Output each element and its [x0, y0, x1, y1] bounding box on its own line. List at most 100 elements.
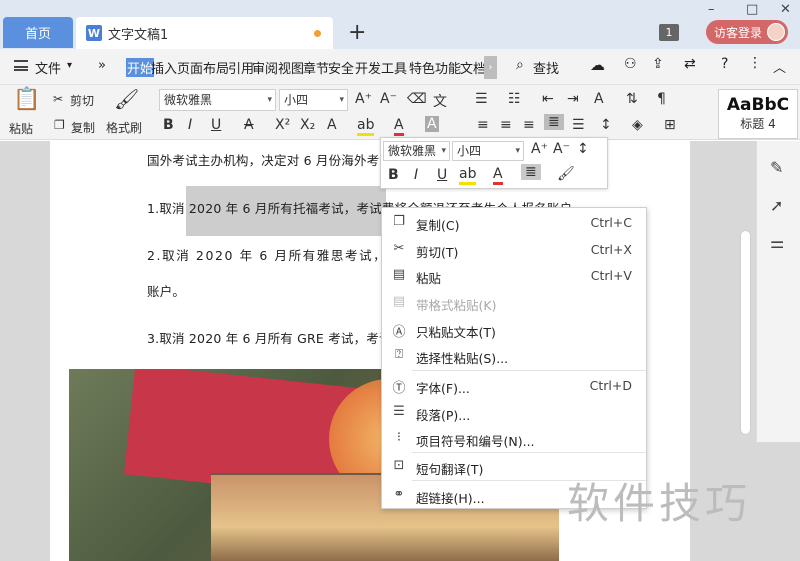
text-effect-icon[interactable]: A: [327, 117, 337, 133]
search-icon[interactable]: ⌕: [516, 57, 524, 73]
doc-paragraph-2[interactable]: 2.取消 2020 年 6 月所有雅思考试，: [147, 245, 387, 264]
context-menu-paragraph[interactable]: ☰ 段落(P)...: [382, 400, 648, 426]
menu-tab-chapter[interactable]: 章节: [303, 58, 329, 77]
maximize-icon[interactable]: □: [746, 2, 758, 17]
context-menu-paste-with-format[interactable]: ▤ 带格式粘贴(K): [382, 290, 648, 316]
context-menu-paste-special[interactable]: ⍰ 选择性粘贴(S)...: [382, 343, 648, 369]
settings-sliders-icon[interactable]: ⚌: [770, 233, 784, 252]
menu-file[interactable]: 文件: [35, 58, 61, 77]
menu-tab-layout[interactable]: 页面布局: [177, 58, 229, 77]
doc-paragraph-3[interactable]: 3.取消 2020 年 6 月所有 GRE 考试，考试: [147, 328, 392, 347]
format-painter-button[interactable]: 格式刷: [106, 119, 142, 136]
context-menu-font[interactable]: Ⓣ 字体(F)... Ctrl+D: [382, 373, 648, 399]
bullets-icon[interactable]: ☰: [475, 91, 488, 107]
mini-font-family-select[interactable]: 微软雅黑 ▾: [383, 141, 450, 161]
cursor-select-icon[interactable]: ➚: [770, 196, 783, 215]
collapse-ribbon-icon[interactable]: ︿: [773, 57, 786, 76]
sort-icon[interactable]: ⇅: [626, 91, 638, 107]
numbering-icon[interactable]: ☷: [508, 91, 521, 107]
cloud-icon[interactable]: ☁: [590, 56, 605, 74]
context-menu-copy[interactable]: ❐ 复制(C) Ctrl+C: [382, 210, 648, 236]
mini-highlight-icon[interactable]: ab: [459, 166, 477, 185]
align-center-icon[interactable]: ≡: [500, 117, 512, 133]
align-right-icon[interactable]: ≡: [523, 117, 535, 133]
subscript-icon[interactable]: X₂: [300, 117, 315, 133]
border-icon[interactable]: ⊞: [664, 117, 676, 133]
share-icon[interactable]: ⇪: [652, 56, 664, 72]
chinese-layout-icon[interactable]: A: [594, 91, 604, 107]
context-menu-paste[interactable]: ▤ 粘贴 Ctrl+V: [382, 263, 648, 289]
cut-button[interactable]: 剪切: [70, 92, 94, 109]
vertical-scrollbar[interactable]: [740, 230, 751, 435]
format-painter-icon[interactable]: 🖌: [114, 87, 139, 111]
new-tab-button[interactable]: +: [348, 20, 366, 45]
menu-more-left[interactable]: »: [98, 58, 106, 73]
shrink-font-icon[interactable]: A⁻: [380, 91, 397, 107]
mini-underline-icon[interactable]: U: [437, 167, 447, 183]
paste-button[interactable]: 粘贴: [9, 120, 33, 137]
superscript-icon[interactable]: X²: [275, 117, 290, 133]
menu-tab-docs[interactable]: 文档: [460, 58, 484, 77]
align-justify-icon[interactable]: ≣: [544, 114, 564, 130]
menu-tab-security[interactable]: 安全: [328, 58, 354, 77]
tab-home[interactable]: 首页: [3, 17, 73, 48]
copy-button[interactable]: 复制: [71, 119, 95, 136]
context-menu-cut[interactable]: ✂ 剪切(T) Ctrl+X: [382, 237, 648, 263]
pen-icon[interactable]: ✎: [770, 158, 783, 177]
close-icon[interactable]: ✕: [780, 2, 791, 17]
bold-icon[interactable]: B: [163, 117, 174, 133]
context-menu-bullets-numbering[interactable]: ⁝ 项目符号和编号(N)...: [382, 426, 648, 452]
show-marks-icon[interactable]: ¶: [657, 91, 666, 107]
sync-icon[interactable]: ⇄: [684, 56, 696, 72]
style-gallery-item[interactable]: AaBbC 标题 4: [718, 89, 798, 139]
mini-grow-font-icon[interactable]: A⁺: [531, 141, 548, 157]
mini-bold-icon[interactable]: B: [388, 167, 399, 183]
strikethrough-icon[interactable]: A: [244, 117, 254, 133]
window-count-badge[interactable]: 1: [659, 24, 679, 41]
guest-login-button[interactable]: 访客登录: [706, 20, 788, 44]
doc-paragraph-2-cont[interactable]: 账户。: [147, 281, 185, 300]
scissors-icon[interactable]: ✂: [53, 92, 63, 106]
phonetic-icon[interactable]: 文: [433, 91, 447, 111]
char-shading-icon[interactable]: A: [425, 116, 439, 132]
mini-font-color-icon[interactable]: A: [493, 166, 503, 185]
paste-icon[interactable]: 📋: [13, 87, 40, 112]
menu-tab-view[interactable]: 视图: [278, 58, 304, 77]
italic-icon[interactable]: I: [188, 117, 192, 133]
chevron-down-icon[interactable]: ▾: [67, 60, 72, 71]
decrease-indent-icon[interactable]: ⇤: [542, 91, 554, 107]
shading-icon[interactable]: ◈: [632, 117, 643, 133]
font-family-select[interactable]: 微软雅黑 ▾: [159, 89, 276, 111]
mini-format-painter-icon[interactable]: 🖌: [557, 166, 575, 182]
hamburger-icon[interactable]: [14, 60, 28, 71]
menu-tab-home[interactable]: 开始: [126, 58, 155, 77]
eraser-icon[interactable]: ⌫: [407, 91, 427, 107]
menu-tab-review[interactable]: 审阅: [252, 58, 278, 77]
menu-tab-insert[interactable]: 插入: [151, 58, 177, 77]
menu-search[interactable]: 查找: [533, 58, 559, 77]
help-icon[interactable]: ?: [721, 56, 728, 72]
font-size-select[interactable]: 小四 ▾: [279, 89, 348, 111]
mini-italic-icon[interactable]: I: [414, 167, 418, 183]
distributed-icon[interactable]: ☰: [572, 117, 585, 133]
menu-tab-references[interactable]: 引用: [228, 58, 254, 77]
align-left-icon[interactable]: ≡: [477, 117, 489, 133]
mini-shrink-font-icon[interactable]: A⁻: [553, 141, 570, 157]
mini-line-spacing-icon[interactable]: ↕: [577, 141, 589, 157]
more-icon[interactable]: ⋮: [748, 55, 762, 71]
copy-icon[interactable]: ❐: [54, 118, 65, 132]
menu-tab-devtools[interactable]: 开发工具: [355, 58, 407, 77]
grow-font-icon[interactable]: A⁺: [355, 91, 372, 107]
minimize-icon[interactable]: –: [708, 2, 715, 17]
font-color-icon[interactable]: A: [394, 117, 404, 136]
increase-indent-icon[interactable]: ⇥: [567, 91, 579, 107]
mini-align-icon[interactable]: ≣: [521, 164, 541, 180]
highlight-icon[interactable]: ab: [357, 117, 375, 136]
underline-icon[interactable]: U: [211, 117, 221, 133]
doc-paragraph-intro[interactable]: 国外考试主办机构，决定对 6 月份海外考: [147, 150, 379, 169]
menu-tab-features[interactable]: 特色功能: [409, 58, 461, 77]
menu-scroll-right[interactable]: ›: [484, 56, 497, 79]
tab-document[interactable]: W 文字文稿1: [76, 17, 333, 49]
line-spacing-icon[interactable]: ↕: [600, 117, 612, 133]
user-add-icon[interactable]: ⚇: [624, 56, 637, 72]
